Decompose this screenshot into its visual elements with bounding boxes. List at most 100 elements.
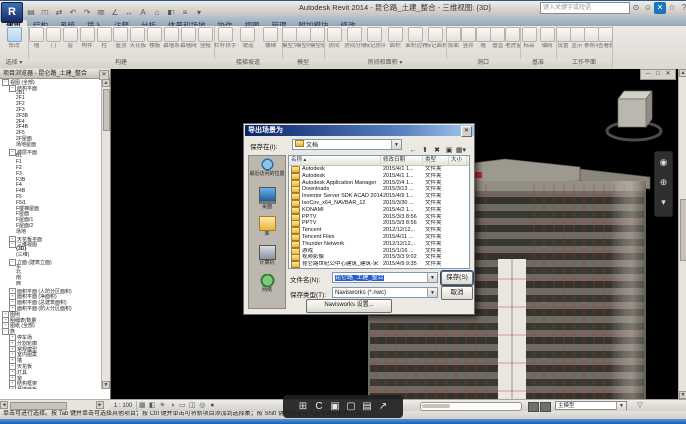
filename-input[interactable]: 昆仑路_土建_整合 ▼ xyxy=(332,272,438,283)
file-row[interactable]: PPTV2015/3/3 8:56文件夹 xyxy=(289,214,469,221)
ribbon-button-标记面积[interactable]: 标记面积 xyxy=(426,27,446,49)
panel-label[interactable]: 基准 xyxy=(520,59,556,68)
collapse-icon[interactable]: − xyxy=(9,149,16,156)
zoom-icon[interactable]: ⊕ xyxy=(655,172,672,192)
panel-label[interactable]: 模型 xyxy=(282,59,324,68)
overlay-save-icon[interactable]: ▣ xyxy=(327,395,343,418)
dropdown-arrow-icon[interactable]: ▼ xyxy=(427,288,437,297)
viewcube[interactable] xyxy=(607,91,661,140)
collapse-icon[interactable]: − xyxy=(9,85,16,92)
place-computer[interactable]: 计算机 xyxy=(249,243,285,272)
column-header-类型[interactable]: 类型 xyxy=(423,156,449,165)
ribbon-button-墙[interactable]: 墙 xyxy=(476,27,491,49)
place-network[interactable]: 网络 xyxy=(249,272,285,301)
shadows-icon[interactable]: ◑ xyxy=(167,400,177,411)
ribbon-button-按面[interactable]: 按面 xyxy=(446,27,461,49)
panel-label[interactable]: 工作平面 xyxy=(556,59,612,68)
overlay-window-icon[interactable]: ▢ xyxy=(343,395,359,418)
project-browser-header[interactable]: 项目浏览器 - 昆仑路_土建_整合 xyxy=(0,69,110,79)
ribbon-button-设置[interactable]: 设置 xyxy=(556,27,570,49)
scrollbar-thumb[interactable] xyxy=(103,89,110,131)
ribbon-button-标高[interactable]: 标高 xyxy=(520,27,538,49)
collapse-icon[interactable]: − xyxy=(9,241,16,248)
favorites-icon[interactable]: ☆ xyxy=(666,2,678,14)
ribbon-button-坡道[interactable]: 坡道 xyxy=(237,27,260,49)
file-row[interactable]: PPTV2015/3/3 8:56文件夹 xyxy=(289,220,469,227)
ribbon-button-竖梃[interactable]: 竖梃 xyxy=(197,27,214,49)
overlay-monitor-icon[interactable]: ▤ xyxy=(359,395,375,418)
ribbon-button-面积[interactable]: 面积 xyxy=(385,27,405,49)
navisworks-settings-button[interactable]: Navisworks 设置... xyxy=(306,299,392,313)
ribbon-button-构件[interactable]: 构件 xyxy=(79,27,96,49)
ribbon-button-栏杆扶手[interactable]: 栏杆扶手 xyxy=(214,27,237,49)
ribbon-button-模型文字[interactable]: 模型文字 xyxy=(282,27,296,49)
exchange-apps-icon[interactable]: ✕ xyxy=(654,2,666,14)
scroll-up-icon[interactable]: ▲ xyxy=(102,79,110,87)
view-scale-button[interactable]: 1 : 100 xyxy=(110,401,137,412)
reveal-hidden-elements-icon[interactable]: ● xyxy=(207,400,217,411)
ribbon-button-显示[interactable]: 显示 xyxy=(570,27,584,49)
file-row[interactable]: Autodesk Application Manager2015/2/4 1..… xyxy=(289,180,469,187)
column-header-修改日期[interactable]: 修改日期 xyxy=(381,156,423,165)
minimize-view-icon[interactable]: ─ xyxy=(643,70,653,78)
scroll-right-icon[interactable]: ► xyxy=(96,401,104,409)
column-header-名称[interactable]: 名称 ▴ xyxy=(289,156,381,165)
sun-path-icon[interactable]: ☀ xyxy=(157,400,167,411)
filter-icon[interactable]: ▽ xyxy=(635,400,645,411)
file-list[interactable]: 名称 ▴修改日期类型大小 Autodesk2015/4/1 1...文件夹Aut… xyxy=(288,155,470,269)
scrollbar-thumb[interactable] xyxy=(422,404,450,408)
navbar-options-icon[interactable]: ▾ xyxy=(655,192,672,212)
ribbon-button-天花板[interactable]: 天花板 xyxy=(129,27,146,49)
scroll-down-icon[interactable]: ▼ xyxy=(679,391,686,399)
scroll-up-icon[interactable]: ▲ xyxy=(679,69,686,77)
file-row[interactable]: Thunder Network2012/12/12...文件夹 xyxy=(289,241,469,248)
panel-label[interactable]: 选择 ▾ xyxy=(0,59,28,68)
ribbon-button-面积边界[interactable]: 面积边界 xyxy=(405,27,425,49)
crop-region-visibility-icon[interactable]: ◫ xyxy=(187,400,197,411)
place-recent[interactable]: 最近访问的位置 xyxy=(249,156,285,185)
ribbon-button-查看器[interactable]: 查看器 xyxy=(598,27,612,49)
ribbon-button-楼板[interactable]: 楼板 xyxy=(146,27,163,49)
crop-view-icon[interactable]: ▭ xyxy=(177,400,187,411)
ribbon-button-参照平面[interactable]: 参照平面 xyxy=(584,27,598,49)
detail-level-icon[interactable]: ▦ xyxy=(137,400,147,411)
help-icon[interactable]: ? xyxy=(678,2,686,14)
ribbon-button-竖井[interactable]: 竖井 xyxy=(461,27,476,49)
ribbon-button-房间[interactable]: 房间 xyxy=(324,27,344,49)
ribbon-button-模型组[interactable]: 模型组 xyxy=(310,27,324,49)
overlay-refresh-icon[interactable]: C xyxy=(311,395,327,418)
search-icon[interactable]: ⊙ xyxy=(630,2,642,14)
scrollbar-thumb[interactable] xyxy=(680,199,686,261)
panel-label[interactable]: 构建 xyxy=(28,59,214,68)
file-row[interactable]: IsoCov_x64_NAVBAR_122015/3/30 ...文件夹 xyxy=(289,200,469,207)
save-button[interactable]: 保存(S) xyxy=(441,271,473,285)
file-row[interactable]: KONAMI2015/4/2 1...文件夹 xyxy=(289,207,469,214)
panel-label[interactable]: 洞口 xyxy=(446,59,520,68)
collapse-icon[interactable]: − xyxy=(2,328,9,335)
infocenter-search-input[interactable]: 键入关键字或短语 xyxy=(540,2,630,14)
ribbon-button-修改[interactable]: 修改 xyxy=(0,27,28,49)
file-row[interactable]: Autodesk2015/4/1 1...文件夹 xyxy=(289,173,469,180)
ribbon-button-标记房间[interactable]: 标记房间 xyxy=(365,27,385,49)
ribbon-button-幕墙系统[interactable]: 幕墙系统 xyxy=(163,27,180,49)
viewport-vertical-scrollbar[interactable]: ▲ ▼ xyxy=(678,69,686,399)
expand-icon[interactable]: + xyxy=(9,386,16,389)
file-row[interactable]: 视频影像2015/3/3 9:02文件夹 xyxy=(289,254,469,261)
ribbon-button-轴网[interactable]: 轴网 xyxy=(538,27,556,49)
restore-view-icon[interactable]: □ xyxy=(653,70,663,78)
scroll-left-icon[interactable]: ◄ xyxy=(0,401,8,409)
file-row[interactable]: Tencent2012/12/12...文件夹 xyxy=(289,227,469,234)
save-in-dropdown[interactable]: 文档 ▼ xyxy=(292,139,402,150)
ribbon-button-窗[interactable]: 窗 xyxy=(62,27,79,49)
place-lib[interactable]: 库 xyxy=(249,214,285,243)
ribbon-button-幕墙网格[interactable]: 幕墙网格 xyxy=(180,27,197,49)
browser-vertical-scrollbar[interactable]: ▲ ▼ xyxy=(101,79,110,389)
overlay-share-icon[interactable]: ↗ xyxy=(375,395,391,418)
design-options-dropdown[interactable]: 主模型 ▼ xyxy=(555,401,627,410)
tree-item[interactable]: +幕墙嵌板 xyxy=(0,386,102,389)
file-row[interactable]: Autodesk2015/4/1 1...文件夹 xyxy=(289,166,469,173)
file-row[interactable]: Inventor Server SDK ACAD 20142015/4/9 1.… xyxy=(289,193,469,200)
file-row[interactable]: 昆仑路世纪公中心建筑_建筑-宋2015/4/9 9:35文件夹 xyxy=(289,261,469,268)
viewport-horizontal-scrollbar[interactable] xyxy=(420,402,522,411)
ribbon-button-门[interactable]: 门 xyxy=(45,27,62,49)
